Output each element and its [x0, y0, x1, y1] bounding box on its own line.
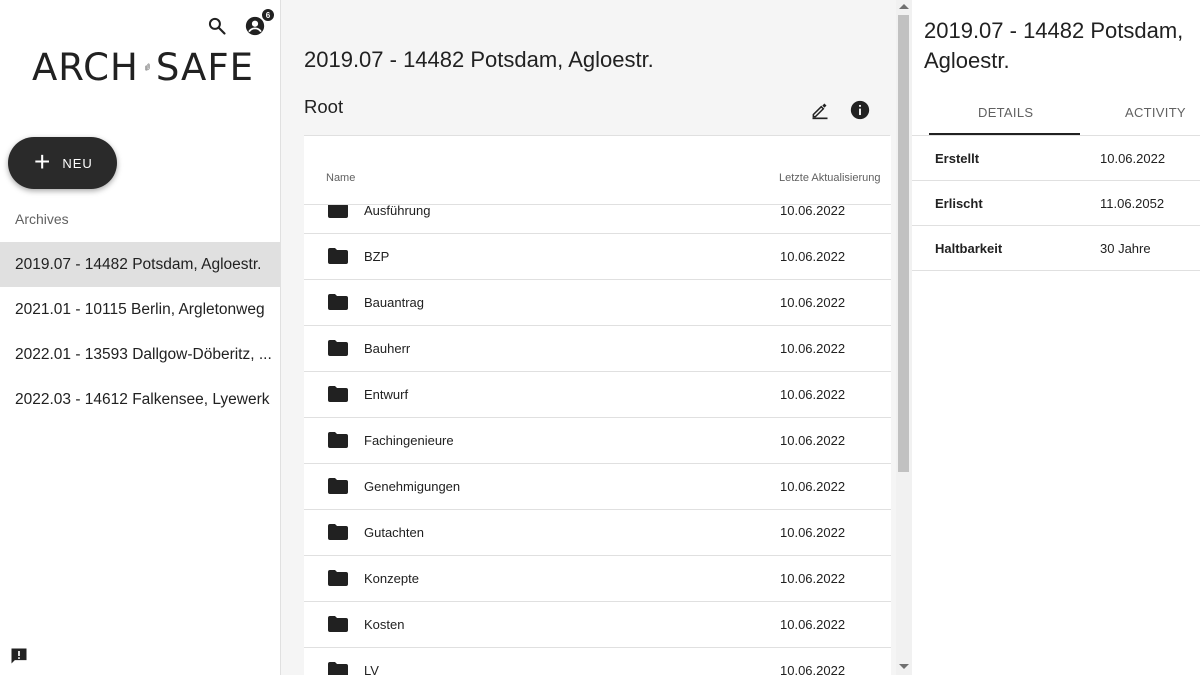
path-row: Root	[304, 96, 890, 136]
tab-activity[interactable]: ACTIVITY	[1125, 105, 1186, 120]
folder-name: Entwurf	[364, 387, 409, 402]
folder-date: 10.06.2022	[780, 479, 846, 494]
scroll-down-arrow-icon[interactable]	[899, 664, 909, 669]
folder-date: 10.06.2022	[780, 617, 846, 632]
details-panel: 2019.07 - 14482 Potsdam, Agloestr. DETAI…	[912, 0, 1200, 675]
file-table: Ausführung 10.06.2022 BZP 10.06.2022 Bau…	[304, 136, 891, 675]
table-row[interactable]: BZP 10.06.2022	[304, 234, 891, 280]
logo-mark-icon	[145, 63, 150, 71]
info-key: Erlischt	[935, 196, 983, 211]
archive-item-falkensee[interactable]: 2022.03 - 14612 Falkensee, Lyewerk	[0, 377, 280, 422]
tab-details[interactable]: DETAILS	[978, 105, 1033, 120]
column-header-name[interactable]: Name	[326, 172, 355, 184]
folder-icon	[328, 386, 348, 402]
folder-icon	[328, 524, 348, 540]
folder-icon	[328, 662, 348, 675]
archive-list: 2019.07 - 14482 Potsdam, Agloestr. 2021.…	[0, 242, 280, 422]
archive-item-dallgow[interactable]: 2022.01 - 13593 Dallgow-Döberitz, ...	[0, 332, 280, 377]
folder-name: Bauantrag	[364, 295, 424, 310]
folder-name: LV	[364, 663, 379, 675]
tab-indicator	[929, 133, 1080, 135]
breadcrumb-root[interactable]: Root	[304, 96, 343, 117]
archive-item-potsdam[interactable]: 2019.07 - 14482 Potsdam, Agloestr.	[0, 242, 280, 287]
info-value: 10.06.2022	[1100, 151, 1166, 166]
folder-name: Bauherr	[364, 341, 411, 356]
notification-badge: 6	[261, 8, 275, 22]
folder-name: Gutachten	[364, 525, 424, 540]
path-actions	[808, 98, 872, 122]
table-row[interactable]: Bauantrag 10.06.2022	[304, 280, 891, 326]
folder-name: Ausführung	[364, 203, 431, 218]
info-row-expires: Erlischt 11.06.2052	[912, 181, 1200, 226]
edit-icon[interactable]	[808, 98, 832, 122]
info-value: 30 Jahre	[1100, 241, 1151, 256]
archives-label: Archives	[15, 211, 69, 227]
scrollbar-thumb[interactable]	[898, 15, 909, 472]
table-row[interactable]: LV 10.06.2022	[304, 648, 891, 675]
folder-date: 10.06.2022	[780, 571, 846, 586]
table-row[interactable]: Kosten 10.06.2022	[304, 602, 891, 648]
info-icon[interactable]	[848, 98, 872, 122]
details-title: 2019.07 - 14482 Potsdam, Agloestr.	[924, 18, 1184, 73]
folder-name: BZP	[364, 249, 390, 264]
archsafe-logo[interactable]: ARCH SAFE	[32, 22, 254, 112]
main-content: 2019.07 - 14482 Potsdam, Agloestr. Root …	[281, 0, 912, 675]
table-row[interactable]: Entwurf 10.06.2022	[304, 372, 891, 418]
page-title: 2019.07 - 14482 Potsdam, Agloestr.	[304, 47, 654, 72]
table-row[interactable]: Genehmigungen 10.06.2022	[304, 464, 891, 510]
scroll-up-arrow-icon[interactable]	[899, 4, 909, 9]
column-header-date[interactable]: Letzte Aktualisierung	[779, 172, 881, 184]
folder-date: 10.06.2022	[780, 203, 846, 218]
archive-item-berlin[interactable]: 2021.01 - 10115 Berlin, Argletonweg	[0, 287, 280, 332]
table-row[interactable]: Gutachten 10.06.2022	[304, 510, 891, 556]
table-row[interactable]: Konzepte 10.06.2022	[304, 556, 891, 602]
table-row[interactable]: Bauherr 10.06.2022	[304, 326, 891, 372]
info-row-created: Erstellt 10.06.2022	[912, 136, 1200, 181]
folder-date: 10.06.2022	[780, 663, 846, 675]
details-tabs: DETAILS ACTIVITY	[912, 90, 1200, 136]
sidebar: 6 ARCH SAFE + NEU Archives 2019.07 - 144…	[0, 0, 281, 675]
new-button-label: NEU	[62, 155, 93, 171]
folder-icon	[328, 478, 348, 494]
logo-text-left: ARCH	[32, 45, 139, 89]
folder-icon	[328, 248, 348, 264]
table-header: Name Letzte Aktualisierung	[304, 136, 891, 205]
table-row[interactable]: Fachingenieure 10.06.2022	[304, 418, 891, 464]
info-value: 11.06.2052	[1100, 196, 1165, 211]
new-button[interactable]: + NEU	[8, 137, 117, 189]
folder-date: 10.06.2022	[780, 249, 846, 264]
folder-date: 10.06.2022	[780, 525, 846, 540]
folder-name: Konzepte	[364, 571, 419, 586]
main-scrollbar[interactable]	[896, 0, 912, 675]
folder-date: 10.06.2022	[780, 341, 846, 356]
file-table-rows: Ausführung 10.06.2022 BZP 10.06.2022 Bau…	[304, 188, 891, 675]
folder-icon	[328, 432, 348, 448]
folder-name: Genehmigungen	[364, 479, 461, 494]
details-info-table: Erstellt 10.06.2022 Erlischt 11.06.2052 …	[912, 136, 1200, 271]
logo-text-right: SAFE	[155, 45, 254, 89]
folder-date: 10.06.2022	[780, 295, 846, 310]
folder-name: Kosten	[364, 617, 405, 632]
folder-name: Fachingenieure	[364, 433, 454, 448]
folder-date: 10.06.2022	[780, 387, 846, 402]
folder-icon	[328, 570, 348, 586]
folder-icon	[328, 340, 348, 356]
info-key: Erstellt	[935, 151, 980, 166]
info-row-retention: Haltbarkeit 30 Jahre	[912, 226, 1200, 271]
folder-date: 10.06.2022	[780, 433, 846, 448]
folder-icon	[328, 616, 348, 632]
folder-icon	[328, 294, 348, 310]
feedback-icon[interactable]	[9, 646, 29, 666]
info-key: Haltbarkeit	[935, 241, 1003, 256]
plus-icon: +	[34, 146, 51, 177]
